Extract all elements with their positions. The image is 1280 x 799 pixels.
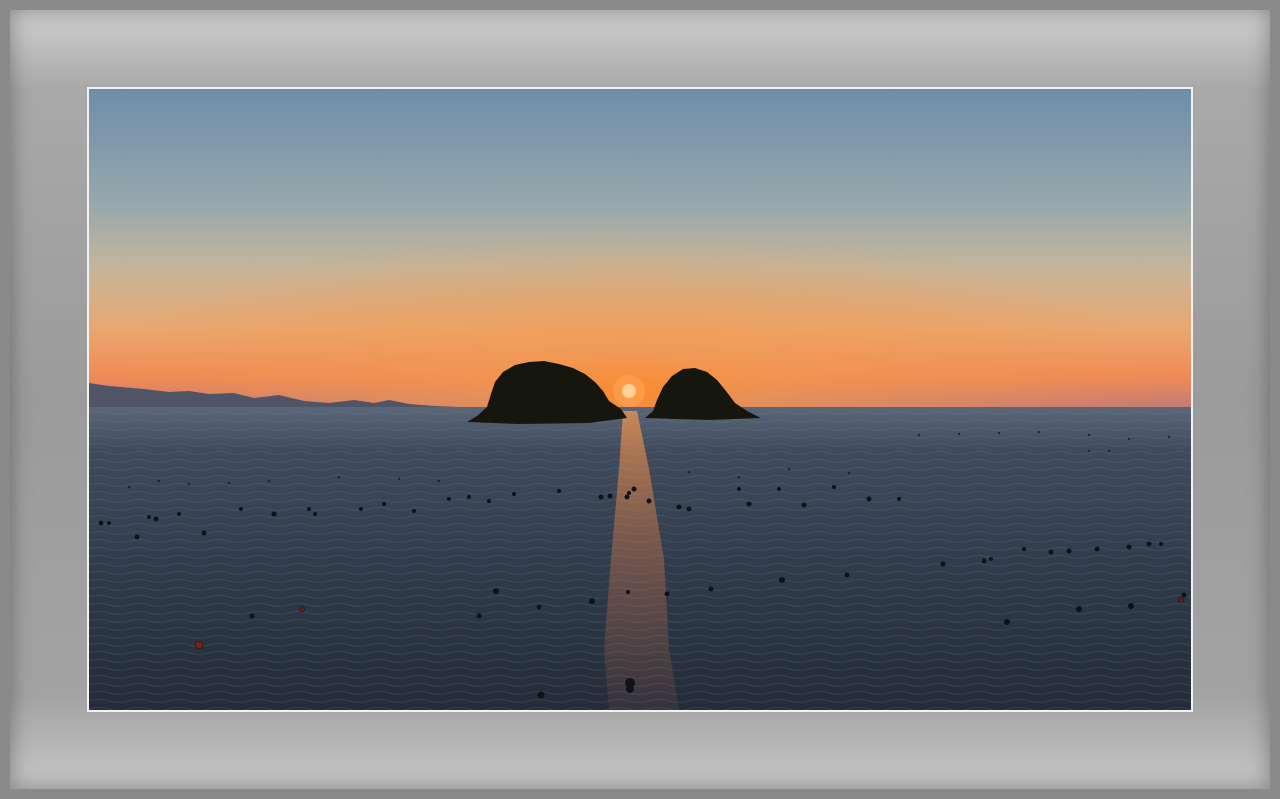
sun-glow	[89, 89, 1191, 409]
red-buoy	[299, 606, 305, 612]
red-buoy	[1178, 597, 1184, 603]
sunset-photo	[89, 89, 1191, 710]
red-buoy	[195, 641, 203, 649]
outer-frame	[0, 0, 1280, 799]
sun-halo	[613, 375, 645, 407]
